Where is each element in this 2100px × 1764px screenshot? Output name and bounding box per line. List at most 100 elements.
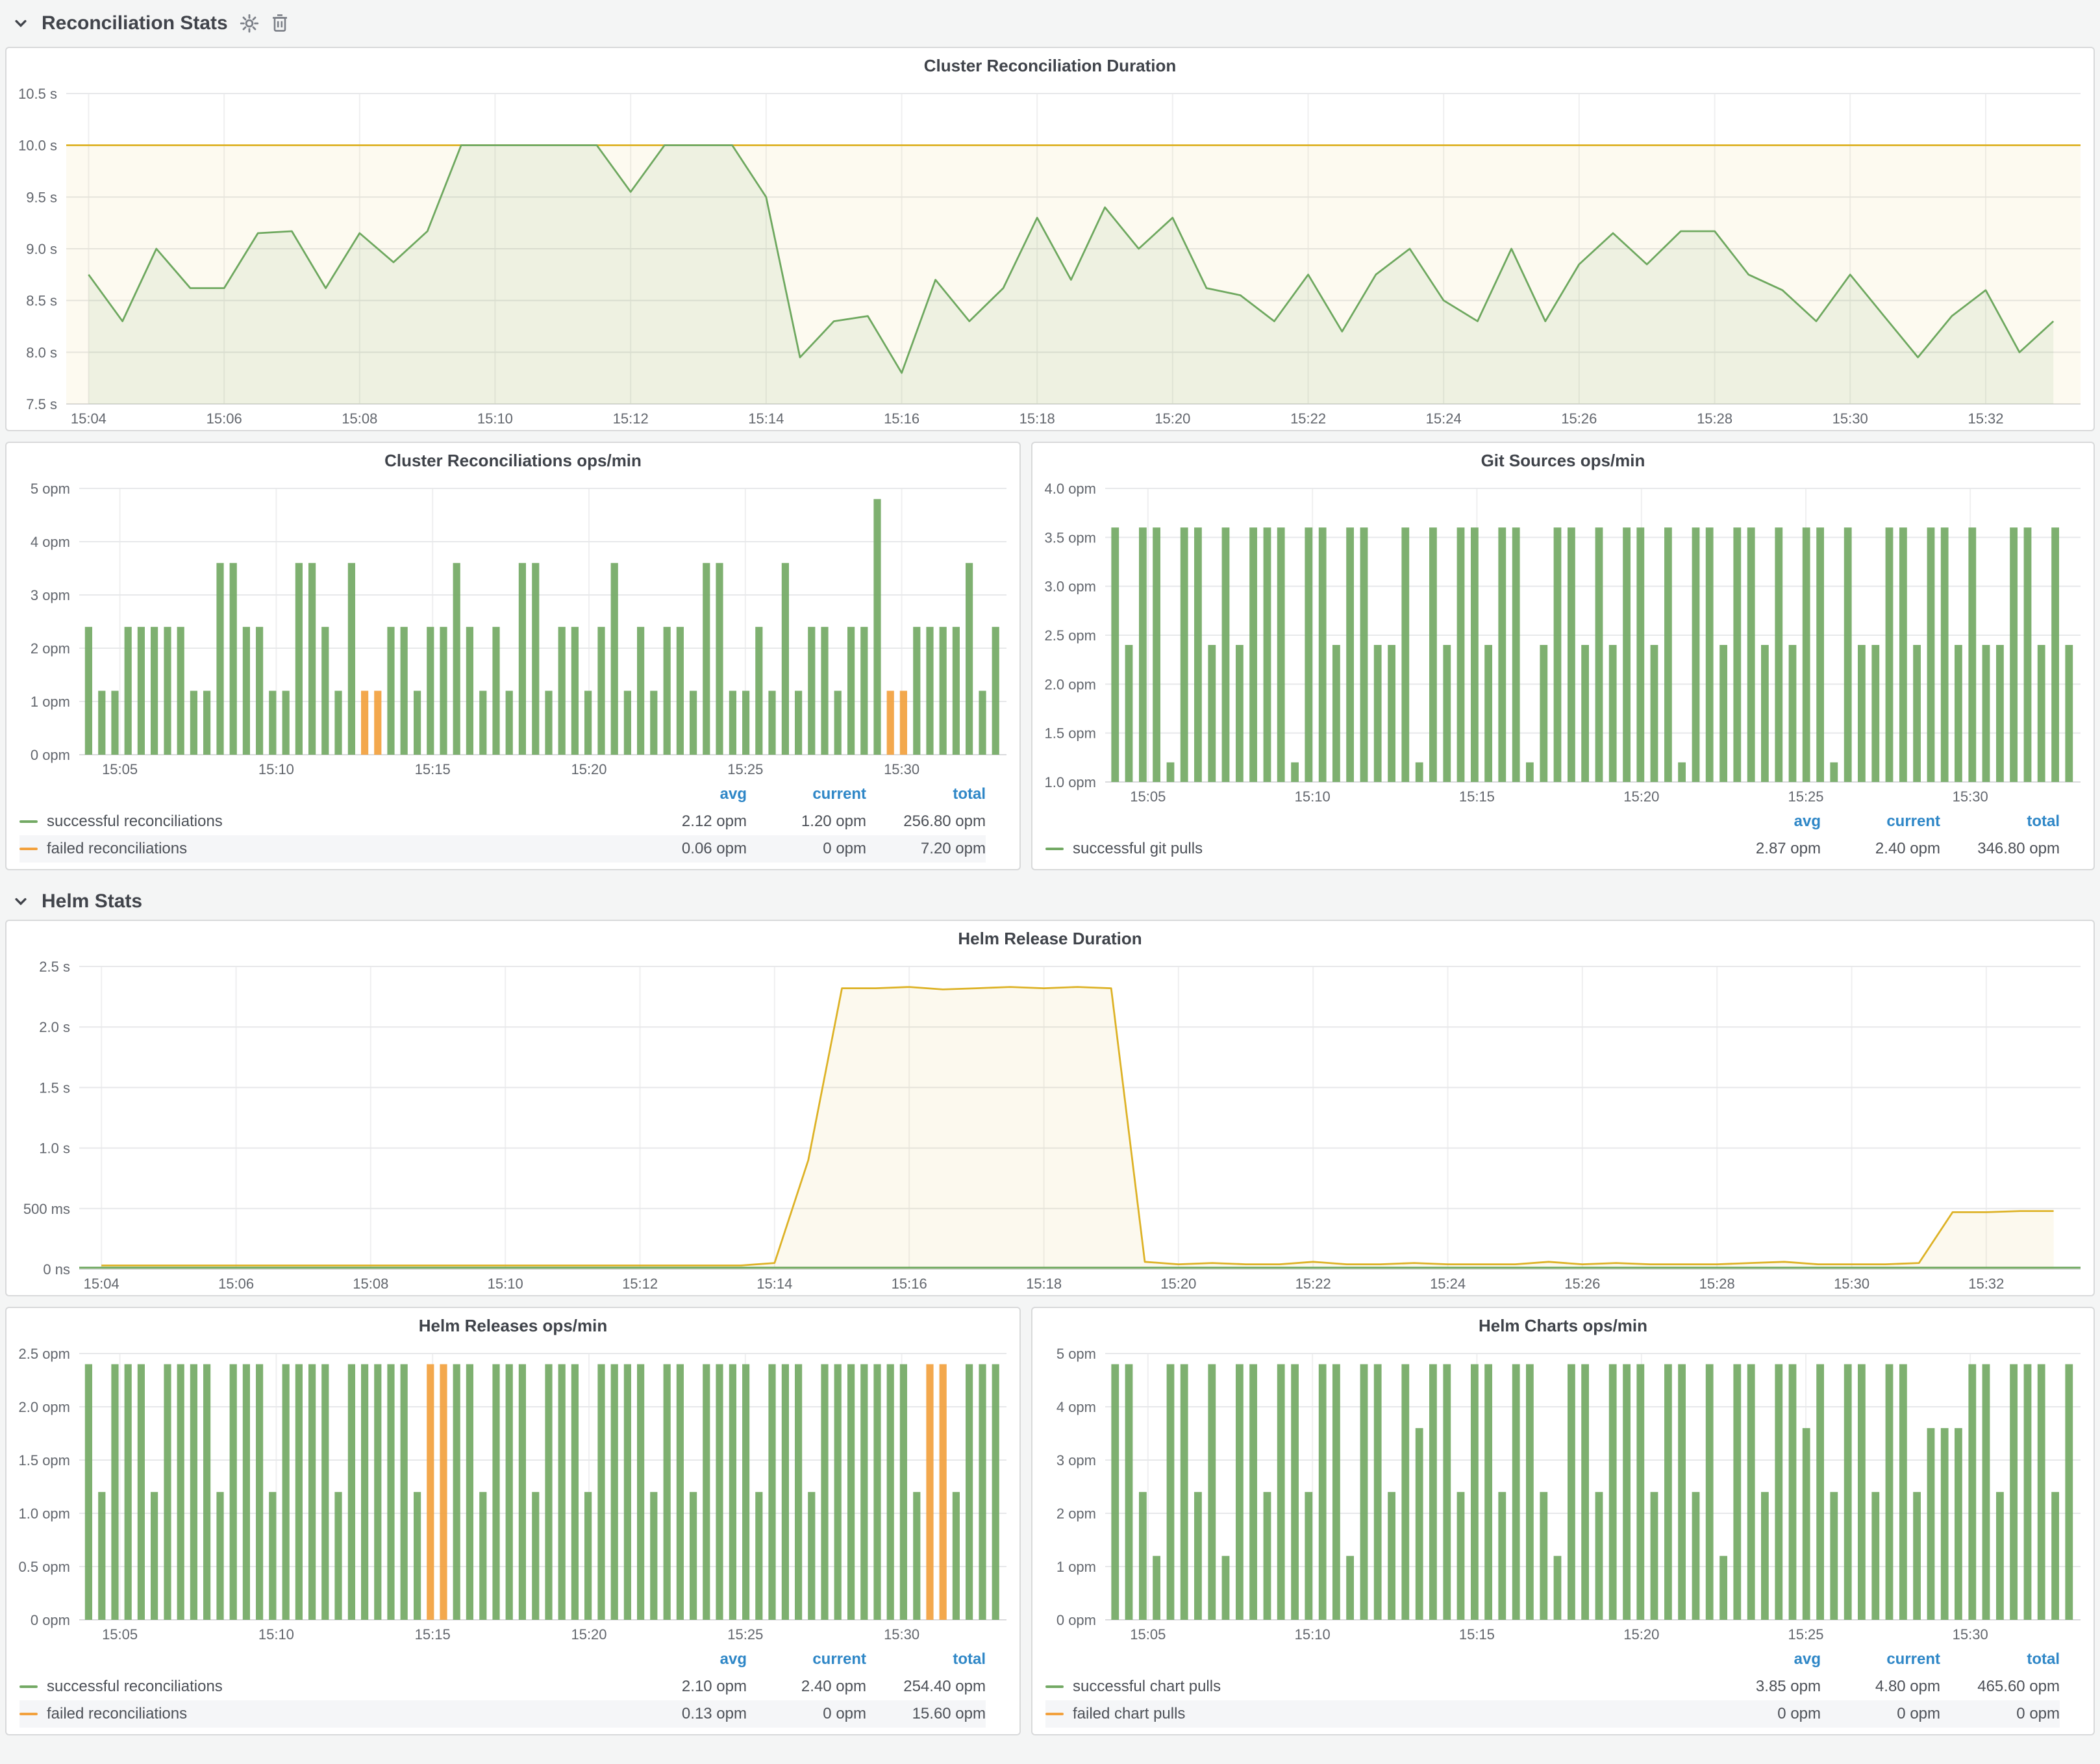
legend-column-current[interactable]: current	[1821, 813, 1940, 831]
svg-text:0 opm: 0 opm	[31, 747, 70, 763]
legend-value: 4.80 opm	[1821, 1678, 1940, 1696]
legend-column-avg[interactable]: avg	[627, 1650, 747, 1669]
svg-text:5 opm: 5 opm	[31, 481, 70, 497]
svg-text:15:10: 15:10	[258, 761, 294, 777]
svg-text:15:16: 15:16	[892, 1276, 927, 1292]
series-label[interactable]: failed reconciliations	[47, 1705, 187, 1723]
panel-title[interactable]: Helm Release Duration	[6, 921, 2094, 956]
svg-text:1.0 s: 1.0 s	[39, 1140, 70, 1157]
svg-text:15:30: 15:30	[1834, 1276, 1869, 1292]
helm-charts-opm-chart[interactable]: 0 opm1 opm2 opm3 opm4 opm5 opm15:0515:10…	[1032, 1343, 2094, 1646]
legend-column-avg[interactable]: avg	[1701, 1650, 1821, 1669]
svg-text:15:32: 15:32	[1968, 410, 2003, 427]
legend-value: 2.40 opm	[1821, 840, 1940, 858]
legend-value: 2.87 opm	[1701, 840, 1821, 858]
svg-text:15:30: 15:30	[1832, 410, 1868, 427]
section-title: Helm Stats	[42, 890, 142, 913]
panel-title[interactable]: Helm Charts ops/min	[1032, 1308, 2094, 1343]
series-label[interactable]: successful reconciliations	[47, 1678, 223, 1696]
svg-text:15:28: 15:28	[1699, 1276, 1735, 1292]
legend-row: failed reconciliations0.13 opm0 opm15.60…	[19, 1700, 986, 1728]
legend-column-total[interactable]: total	[866, 1650, 986, 1669]
cluster-reconciliations-opm-chart[interactable]: 0 opm1 opm2 opm3 opm4 opm5 opm15:0515:10…	[6, 478, 1019, 781]
series-color-swatch	[1045, 1713, 1064, 1715]
legend-column-total[interactable]: total	[866, 785, 986, 803]
legend-value: 7.20 opm	[866, 840, 986, 858]
legend-value: 0 opm	[1940, 1705, 2060, 1723]
svg-text:15:15: 15:15	[415, 761, 451, 777]
helm-release-duration-chart[interactable]: 0 ns500 ms1.0 s1.5 s2.0 s2.5 s15:0415:06…	[6, 956, 2094, 1295]
svg-text:1 opm: 1 opm	[1056, 1559, 1096, 1575]
svg-text:15:30: 15:30	[1953, 788, 1988, 805]
panel-cluster-reconciliations-opm: Cluster Reconciliations ops/min 0 opm1 o…	[5, 442, 1021, 870]
svg-text:15:26: 15:26	[1561, 410, 1597, 427]
svg-text:15:20: 15:20	[1155, 410, 1190, 427]
cluster-reconciliation-duration-chart[interactable]: 7.5 s8.0 s8.5 s9.0 s9.5 s10.0 s10.5 s15:…	[6, 83, 2094, 430]
legend: avgcurrenttotal successful git pulls 2.87 …	[1032, 808, 2094, 869]
legend-value: 2.10 opm	[627, 1678, 747, 1696]
svg-text:15:30: 15:30	[884, 1626, 919, 1643]
legend-column-current[interactable]: current	[1821, 1650, 1940, 1669]
gear-icon[interactable]	[240, 14, 259, 33]
svg-text:2.0 s: 2.0 s	[39, 1019, 70, 1035]
series-label[interactable]: successful reconciliations	[47, 813, 223, 831]
svg-text:15:10: 15:10	[1295, 788, 1331, 805]
svg-text:3 opm: 3 opm	[31, 587, 70, 603]
series-color-swatch	[19, 1685, 38, 1688]
panel-title[interactable]: Helm Releases ops/min	[6, 1308, 1019, 1343]
svg-text:15:15: 15:15	[1459, 788, 1495, 805]
legend-value: 0 opm	[1821, 1705, 1940, 1723]
svg-text:3 opm: 3 opm	[1056, 1452, 1096, 1468]
trash-icon[interactable]	[271, 14, 289, 33]
svg-text:15:10: 15:10	[258, 1626, 294, 1643]
panel-title[interactable]: Cluster Reconciliations ops/min	[6, 443, 1019, 478]
legend-column-total[interactable]: total	[1940, 813, 2060, 831]
svg-text:15:14: 15:14	[756, 1276, 792, 1292]
legend-row: failed chart pulls0 opm0 opm0 opm	[1045, 1700, 2060, 1728]
svg-text:15:30: 15:30	[1953, 1626, 1988, 1643]
git-sources-opm-chart[interactable]: 1.0 opm1.5 opm2.0 opm2.5 opm3.0 opm3.5 o…	[1032, 478, 2094, 808]
svg-text:15:20: 15:20	[1623, 788, 1659, 805]
legend-header-row: avgcurrenttotal	[1045, 1646, 2060, 1673]
svg-text:15:04: 15:04	[84, 1276, 119, 1292]
svg-text:2.0 opm: 2.0 opm	[19, 1399, 71, 1415]
legend-column-total[interactable]: total	[1940, 1650, 2060, 1669]
svg-text:15:22: 15:22	[1295, 1276, 1331, 1292]
legend-row: successful reconciliations2.12 opm1.20 o…	[19, 808, 986, 835]
legend-value: 256.80 opm	[866, 813, 986, 831]
svg-text:15:12: 15:12	[613, 410, 649, 427]
legend-row: successful reconciliations2.10 opm2.40 o…	[19, 1673, 986, 1700]
panel-title[interactable]: Cluster Reconciliation Duration	[6, 48, 2094, 83]
svg-text:4 opm: 4 opm	[1056, 1399, 1096, 1415]
series-label[interactable]: successful chart pulls	[1073, 1678, 1221, 1696]
series-label[interactable]: failed reconciliations	[47, 840, 187, 858]
svg-text:9.5 s: 9.5 s	[26, 189, 57, 205]
svg-text:10.0 s: 10.0 s	[18, 138, 57, 154]
chevron-down-icon	[13, 894, 29, 909]
svg-text:1.0 opm: 1.0 opm	[19, 1506, 71, 1522]
svg-text:15:08: 15:08	[342, 410, 377, 427]
panel-title[interactable]: Git Sources ops/min	[1032, 443, 2094, 478]
legend-value: 3.85 opm	[1701, 1678, 1821, 1696]
series-color-swatch	[19, 820, 38, 823]
series-label[interactable]: failed chart pulls	[1073, 1705, 1185, 1723]
legend-column-current[interactable]: current	[747, 785, 866, 803]
legend-value: 0 opm	[747, 1705, 866, 1723]
legend-column-avg[interactable]: avg	[627, 785, 747, 803]
svg-text:15:10: 15:10	[488, 1276, 523, 1292]
svg-text:8.0 s: 8.0 s	[26, 344, 57, 360]
section-header-helm-stats[interactable]: Helm Stats	[5, 883, 2095, 920]
series-color-swatch	[19, 848, 38, 850]
svg-text:15:16: 15:16	[884, 410, 919, 427]
svg-text:15:05: 15:05	[1130, 1626, 1166, 1643]
svg-text:8.5 s: 8.5 s	[26, 293, 57, 309]
svg-text:2.5 opm: 2.5 opm	[19, 1346, 71, 1362]
svg-text:15:26: 15:26	[1564, 1276, 1600, 1292]
helm-releases-opm-chart[interactable]: 0 opm0.5 opm1.0 opm1.5 opm2.0 opm2.5 opm…	[6, 1343, 1019, 1646]
legend-value: 0.06 opm	[627, 840, 747, 858]
legend-column-avg[interactable]: avg	[1701, 813, 1821, 831]
section-header-reconciliation-stats[interactable]: Reconciliation Stats	[5, 5, 2095, 42]
legend-column-current[interactable]: current	[747, 1650, 866, 1669]
series-label[interactable]: successful git pulls	[1073, 840, 1203, 858]
svg-text:2.5 s: 2.5 s	[39, 959, 70, 975]
